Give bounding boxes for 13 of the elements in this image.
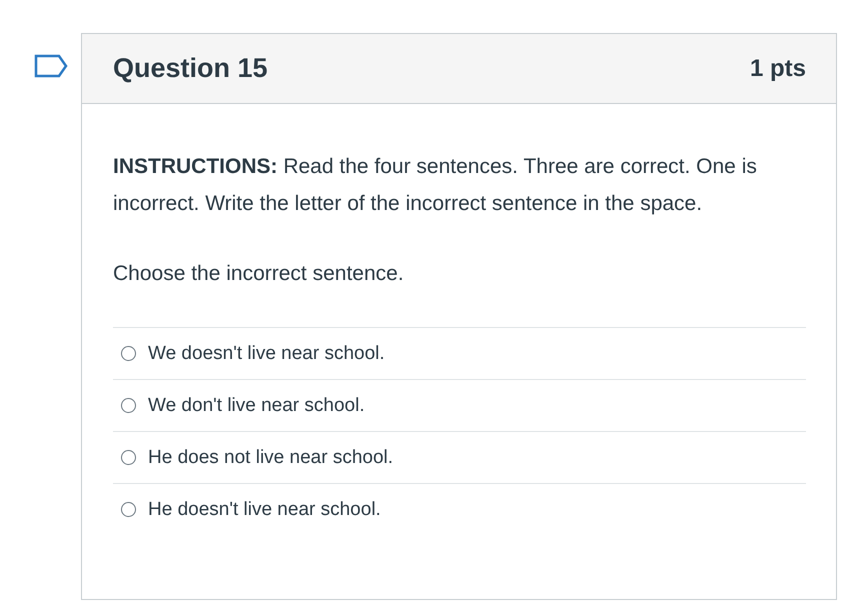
radio-button[interactable] [121, 398, 136, 413]
points-label: 1 pts [750, 54, 806, 82]
answer-option[interactable]: He doesn't live near school. [113, 484, 806, 535]
instructions-text: INSTRUCTIONS: Read the four sentences. Three are correct. One is incorrect. Write the letter of the incorrect sentence in the space. [113, 154, 758, 217]
radio-button[interactable] [121, 450, 136, 465]
answer-option[interactable]: We doesn't live near school. [113, 328, 806, 380]
question-prompt: Choose the incorrect sentence. [113, 261, 405, 287]
question-title: Question 15 [113, 53, 268, 84]
radio-button[interactable] [121, 502, 136, 517]
answer-option[interactable]: He does not live near school. [113, 432, 806, 484]
flag-icon[interactable] [34, 54, 68, 78]
radio-button[interactable] [121, 346, 136, 361]
answer-option[interactable]: We don't live near school. [113, 380, 806, 432]
